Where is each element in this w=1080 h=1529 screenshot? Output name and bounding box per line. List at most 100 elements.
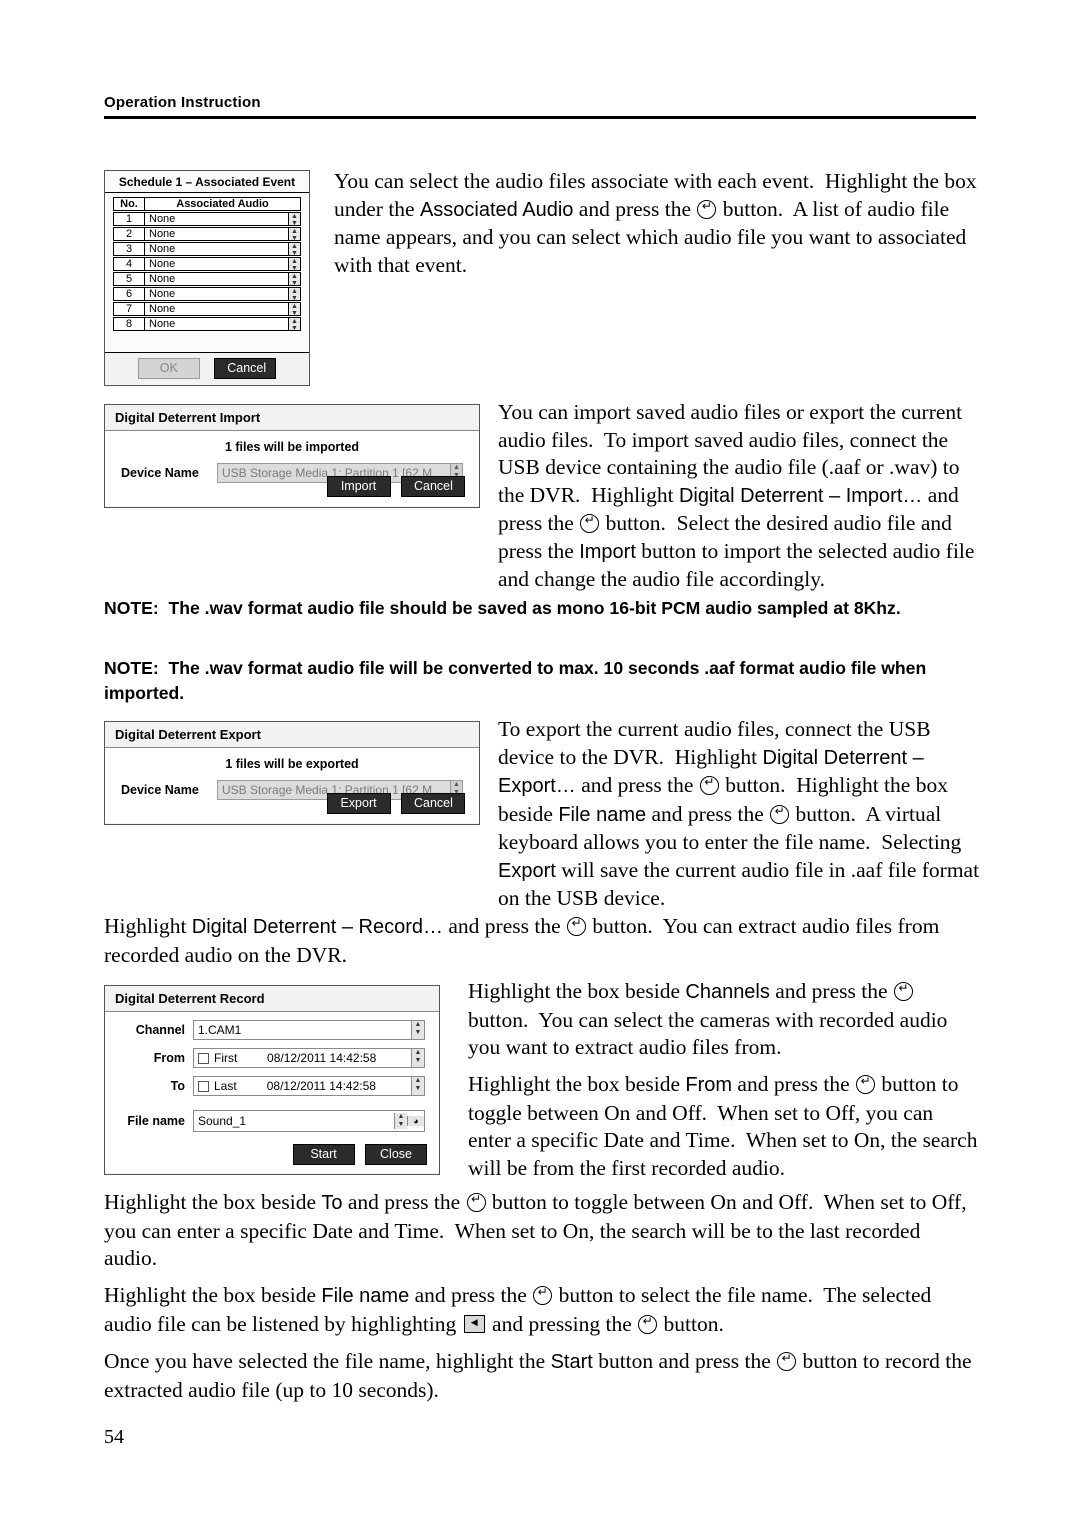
row-index: 1 bbox=[113, 212, 145, 226]
table-header: No. Associated Audio bbox=[113, 197, 301, 211]
row-value-text: None bbox=[149, 228, 176, 240]
spinner-icon[interactable]: ▲▼ bbox=[288, 258, 300, 270]
enter-button-icon bbox=[466, 1191, 486, 1212]
from-first-checkbox[interactable] bbox=[198, 1052, 209, 1064]
table-row[interactable]: 6 None ▲ ▼ bbox=[113, 287, 301, 301]
device-name-label: Device Name bbox=[121, 466, 199, 480]
enter-button-icon bbox=[699, 774, 719, 795]
table-row[interactable]: 5 None ▲ ▼ bbox=[113, 272, 301, 286]
spinner-icon[interactable]: ▲▼ bbox=[394, 1113, 407, 1129]
export-button[interactable]: Export bbox=[326, 793, 391, 814]
spinner-icon[interactable]: ▲▼ bbox=[288, 303, 300, 315]
enter-button-icon bbox=[638, 1313, 658, 1334]
channel-row: Channel 1.CAM1 ▲ ▼ bbox=[119, 1020, 425, 1040]
from-label: From bbox=[153, 1051, 185, 1065]
speaker-icon[interactable]: ◕ bbox=[407, 1116, 424, 1126]
paragraph-to: Highlight the box beside To and press th… bbox=[104, 1189, 978, 1273]
channel-value: 1.CAM1 bbox=[198, 1023, 242, 1037]
enter-button-icon bbox=[856, 1073, 876, 1094]
table-row[interactable]: 7 None ▲ ▼ bbox=[113, 302, 301, 316]
from-datetime-value[interactable]: 08/12/2011 14:42:58 bbox=[237, 1051, 420, 1065]
table-row[interactable]: 8 None ▲ ▼ bbox=[113, 317, 301, 331]
to-row: To Last 08/12/2011 14:42:58 ▲ ▼ bbox=[119, 1076, 425, 1096]
to-last-checkbox[interactable] bbox=[198, 1080, 209, 1092]
enter-button-icon bbox=[893, 980, 913, 1001]
row-value[interactable]: None ▲ ▼ bbox=[145, 227, 301, 241]
document-page: Operation Instruction Schedule 1 – Assoc… bbox=[0, 0, 1080, 1529]
header-divider bbox=[104, 116, 976, 119]
table-row[interactable]: 4 None ▲ ▼ bbox=[113, 257, 301, 271]
spinner-icon[interactable]: ▲▼ bbox=[288, 228, 300, 240]
row-value[interactable]: None ▲ ▼ bbox=[145, 242, 301, 256]
row-value[interactable]: None ▲ ▼ bbox=[145, 287, 301, 301]
dialog-body: 1 files will be exported Device Name USB… bbox=[105, 747, 479, 823]
to-last-label: Last bbox=[214, 1079, 237, 1093]
device-name-label: Device Name bbox=[121, 783, 199, 797]
dialog-title: Schedule 1 – Associated Event bbox=[105, 171, 309, 193]
close-button[interactable]: Close bbox=[365, 1144, 427, 1165]
row-value[interactable]: None ▲ ▼ bbox=[145, 212, 301, 226]
paragraph-import: You can import saved audio files or expo… bbox=[498, 399, 978, 594]
spinner-icon[interactable]: ▲▼ bbox=[411, 1021, 424, 1039]
spinner-icon[interactable]: ▲▼ bbox=[288, 213, 300, 225]
column-header-associated-audio: Associated Audio bbox=[145, 197, 301, 211]
dialog-footer: OK Cancel bbox=[105, 352, 309, 385]
row-index: 3 bbox=[113, 242, 145, 256]
filename-row: File name Sound_1 ▲ ▼ ◕ bbox=[119, 1110, 425, 1132]
row-value-text: None bbox=[149, 243, 176, 255]
ok-button[interactable]: OK bbox=[137, 358, 200, 379]
dialog-title: Digital Deterrent Import bbox=[105, 405, 479, 430]
paragraph-from: Highlight the box beside From and press … bbox=[468, 1071, 980, 1182]
dialog-body: Channel 1.CAM1 ▲ ▼ From First 08/12/2011 1… bbox=[105, 1011, 439, 1173]
enter-button-icon bbox=[697, 198, 717, 219]
row-value[interactable]: None ▲ ▼ bbox=[145, 257, 301, 271]
to-field[interactable]: Last 08/12/2011 14:42:58 ▲ ▼ bbox=[193, 1076, 425, 1096]
import-message: 1 files will be imported bbox=[224, 440, 360, 454]
channel-field[interactable]: 1.CAM1 ▲ ▼ bbox=[193, 1020, 425, 1040]
row-value-text: None bbox=[149, 288, 176, 300]
page-header: Operation Instruction bbox=[104, 94, 261, 111]
enter-button-icon bbox=[580, 512, 600, 533]
cancel-button[interactable]: Cancel bbox=[401, 793, 465, 814]
row-index: 5 bbox=[113, 272, 145, 286]
row-value-text: None bbox=[149, 303, 176, 315]
note-wav-convert: NOTE: The .wav format audio file will be… bbox=[104, 658, 927, 703]
to-datetime-value[interactable]: 08/12/2011 14:42:58 bbox=[237, 1079, 420, 1093]
export-message: 1 files will be exported bbox=[225, 757, 359, 771]
cancel-button[interactable]: Cancel bbox=[401, 476, 465, 497]
enter-button-icon bbox=[777, 1350, 797, 1371]
from-row: From First 08/12/2011 14:42:58 ▲ ▼ bbox=[119, 1048, 425, 1068]
spinner-icon[interactable]: ▲▼ bbox=[411, 1077, 424, 1095]
row-value[interactable]: None ▲ ▼ bbox=[145, 272, 301, 286]
row-value[interactable]: None ▲ ▼ bbox=[145, 317, 301, 331]
page-number: 54 bbox=[104, 1426, 124, 1448]
spinner-icon[interactable]: ▲▼ bbox=[288, 273, 300, 285]
spinner-icon[interactable]: ▲▼ bbox=[288, 288, 300, 300]
enter-button-icon bbox=[567, 915, 587, 936]
spinner-icon[interactable]: ▲▼ bbox=[288, 318, 300, 330]
row-index: 7 bbox=[113, 302, 145, 316]
dialog-buttons: Export Cancel bbox=[321, 793, 465, 814]
from-field[interactable]: First 08/12/2011 14:42:58 ▲ ▼ bbox=[193, 1048, 425, 1068]
digital-deterrent-export-dialog: Digital Deterrent Export 1 files will be… bbox=[104, 721, 480, 825]
spinner-icon[interactable]: ▲▼ bbox=[288, 243, 300, 255]
table-row[interactable]: 1 None ▲ ▼ bbox=[113, 212, 301, 226]
paragraph-record-intro: Highlight Digital Deterrent – Record… an… bbox=[104, 913, 978, 969]
digital-deterrent-record-dialog: Digital Deterrent Record Channel 1.CAM1 ▲… bbox=[104, 985, 440, 1175]
row-value-text: None bbox=[149, 318, 176, 330]
row-value-text: None bbox=[149, 273, 176, 285]
table-row[interactable]: 3 None ▲ ▼ bbox=[113, 242, 301, 256]
filename-field[interactable]: Sound_1 ▲ ▼ ◕ bbox=[193, 1110, 425, 1132]
enter-button-icon bbox=[770, 803, 790, 824]
import-button[interactable]: Import bbox=[326, 476, 391, 497]
dialog-title: Digital Deterrent Export bbox=[105, 722, 479, 747]
cancel-button[interactable]: Cancel bbox=[214, 358, 277, 379]
table-row[interactable]: 2 None ▲ ▼ bbox=[113, 227, 301, 241]
dialog-buttons: Import Cancel bbox=[321, 476, 465, 497]
row-value[interactable]: None ▲ ▼ bbox=[145, 302, 301, 316]
dialog-title: Digital Deterrent Record bbox=[115, 991, 265, 1006]
start-button[interactable]: Start bbox=[292, 1144, 355, 1165]
spinner-icon[interactable]: ▲▼ bbox=[411, 1049, 424, 1067]
row-index: 8 bbox=[113, 317, 145, 331]
paragraph-channels: Highlight the box beside Channels and pr… bbox=[468, 978, 980, 1062]
